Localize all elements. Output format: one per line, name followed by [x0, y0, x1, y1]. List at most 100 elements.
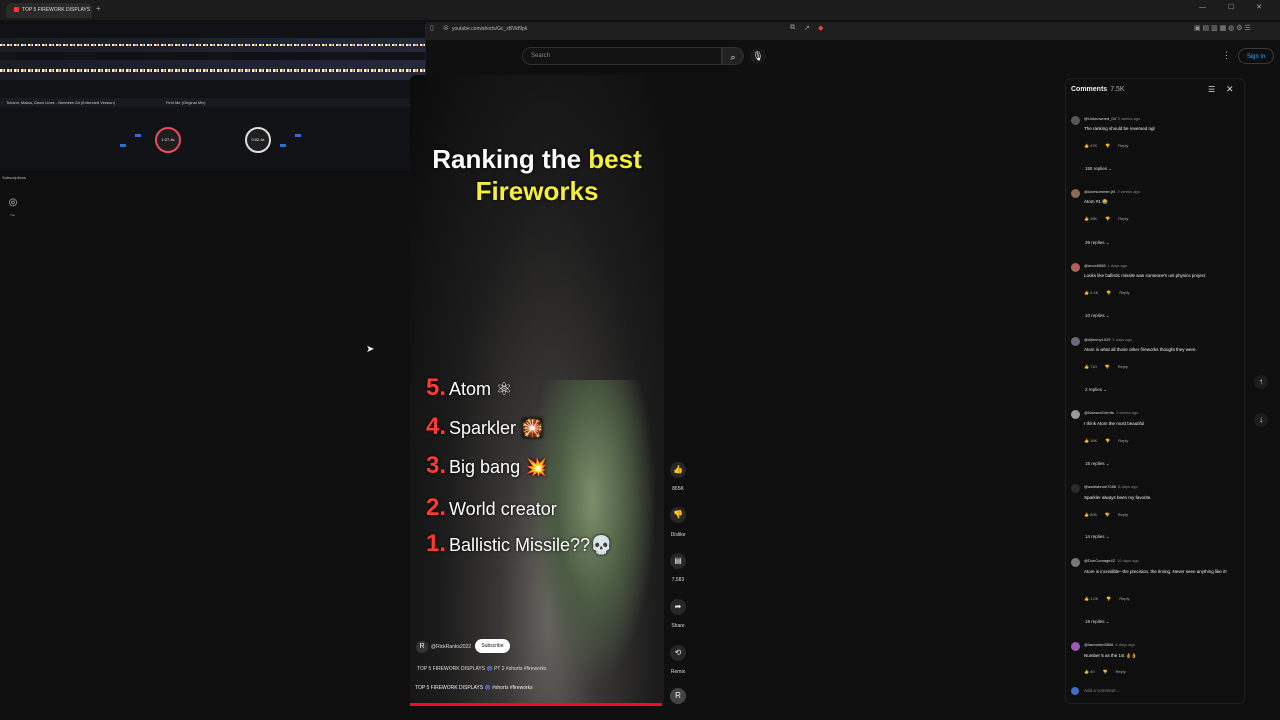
comment-author[interactable]: @NonsenGerrits 2 weeks ago [1084, 410, 1138, 415]
comment-actions[interactable]: 👍 40 👎 Reply [1084, 669, 1134, 674]
channel-name[interactable]: @RickRanks2022 [431, 644, 471, 650]
like-count: 865K [672, 486, 684, 492]
replies-toggle[interactable]: 19 replies ⌄ [1085, 619, 1110, 625]
address-bar[interactable] [426, 22, 1280, 40]
rank-item: 2. World creator [426, 494, 557, 521]
comment-text: Number 5 as the 1st 👌👌 [1084, 653, 1137, 658]
close-icon[interactable]: ✕ [1226, 84, 1234, 95]
comment-text: Atom is what all those other fireworks t… [1084, 347, 1197, 352]
waveform-top[interactable] [0, 38, 425, 52]
sound-avatar-icon[interactable]: R [670, 688, 686, 704]
remix-icon[interactable]: ⟲ [670, 645, 686, 661]
video-playlist-link[interactable]: TOP 5 FIREWORK DISPLAYS 🎆 PT 2 #shorts #… [417, 666, 547, 672]
rank-item: 1. Ballistic Missile??💀 [426, 530, 613, 557]
search-icon[interactable]: ⌕ [722, 47, 744, 65]
subscriptions-label[interactable]: Subscriptions [2, 175, 26, 180]
comment-author[interactable]: @dljimmy1029 5 days ago [1084, 337, 1132, 342]
comment-actions[interactable]: 👍 1.2K 👎 Reply [1084, 596, 1138, 601]
next-short-icon[interactable]: ↓ [1254, 413, 1268, 427]
comment-actions[interactable]: 👍 47K 👎 Reply [1084, 143, 1136, 148]
more-options-icon[interactable]: ⋮ [1222, 50, 1231, 61]
comment-avatar[interactable] [1071, 337, 1080, 346]
comment-author[interactable]: @lammmm5806 6 days ago [1084, 642, 1135, 647]
jog-wheel-right[interactable]: 0:02.4s [245, 127, 271, 153]
comment-author[interactable]: @DonComage42 10 days ago [1084, 558, 1139, 563]
subscribe-button[interactable]: Subscribe [475, 639, 510, 653]
dislike-label: Dislike [670, 532, 686, 538]
search-input[interactable]: Search [522, 47, 722, 65]
channel-avatar[interactable]: R [416, 641, 428, 653]
tab-title: TOP 5 FIREWORK DISPLAYS [22, 7, 91, 13]
rank-item: 3. Big bang 💥 [426, 452, 548, 479]
jog-wheel-left[interactable]: 1:27.4s [155, 127, 181, 153]
user-avatar [1071, 687, 1079, 695]
comment-text: Atom is incredible--the precision, the t… [1084, 569, 1227, 574]
comments-count: 7,583 [671, 577, 685, 583]
comment-avatar[interactable] [1071, 642, 1080, 651]
dj-app-window: Tchami, Malaa, Disco Lines - Nineteen 84… [0, 24, 426, 171]
install-icon[interactable]: ⧉ [790, 24, 795, 32]
comment-author[interactable]: @Unknowned_04 2 weeks ago [1084, 116, 1140, 121]
comment-avatar[interactable] [1071, 410, 1080, 419]
video-title[interactable]: TOP 5 FIREWORK DISPLAYS 🎆 #shorts #firew… [415, 685, 533, 691]
deck-left-track: Tchami, Malaa, Disco Lines - Nineteen 84… [6, 100, 115, 105]
window-controls[interactable]: — ☐ ✕ [1199, 3, 1272, 11]
dislike-icon[interactable]: 👎 [670, 507, 686, 523]
toolbar-icons[interactable]: ▣ ▤ ▥ ▦ ◍ ⚙ ☰ [1194, 24, 1251, 32]
comment-avatar[interactable] [1071, 116, 1080, 125]
url-text[interactable]: youtube.com/shorts/Gc_xBVkf9pk [452, 26, 527, 32]
comment-text: Atom #1 😂 [1084, 199, 1108, 204]
you-icon[interactable]: ◎ [7, 197, 19, 209]
rank-item: 5. Atom ⚛ [426, 374, 513, 401]
replies-toggle[interactable]: 39 replies ⌄ [1085, 240, 1110, 246]
share-icon[interactable]: ↗ [804, 24, 810, 32]
remix-label: Remix [670, 669, 686, 675]
add-comment-input[interactable]: Add a comment... [1084, 688, 1119, 693]
comment-author[interactable]: @anox6558 1 days ago [1084, 263, 1127, 268]
share-icon[interactable]: ➦ [670, 599, 686, 615]
explosion-icon: 💥 [525, 457, 548, 477]
title-yellow-text: best [588, 144, 642, 174]
deck-button[interactable] [280, 144, 286, 147]
you-label[interactable]: You [10, 213, 15, 217]
site-info-icon[interactable]: ⊜ [443, 24, 449, 32]
replies-toggle[interactable]: 10 replies ⌄ [1085, 313, 1110, 319]
comment-actions[interactable]: 👍 4.1K 👎 Reply [1084, 290, 1138, 295]
deck-button[interactable] [120, 144, 126, 147]
deck-button[interactable] [135, 134, 141, 137]
microphone-icon[interactable]: 🎙 [750, 48, 766, 64]
comments-icon[interactable]: ▤ [670, 553, 686, 569]
comment-author[interactable]: @asdiwbnoe7286 6 days ago [1084, 484, 1138, 489]
replies-toggle[interactable]: 155 replies ⌄ [1085, 166, 1112, 172]
replies-toggle[interactable]: 15 replies ⌄ [1085, 461, 1110, 467]
comment-author[interactable]: @lovesummer-jf4 2 weeks ago [1084, 189, 1140, 194]
extension-icon[interactable]: ◆ [818, 24, 823, 32]
like-icon[interactable]: 👍 [670, 462, 686, 478]
title-line2: Fireworks [475, 176, 599, 206]
atom-icon: ⚛ [496, 379, 513, 399]
browser-tab[interactable]: TOP 5 FIREWORK DISPLAYS ✕ [6, 3, 92, 18]
comments-count-label: 7.5K [1110, 86, 1125, 93]
replies-toggle[interactable]: 14 replies ⌄ [1085, 534, 1110, 540]
new-tab-button[interactable]: + [96, 4, 101, 13]
comment-avatar[interactable] [1071, 263, 1080, 272]
comment-avatar[interactable] [1071, 189, 1080, 198]
sort-icon[interactable]: ☰ [1208, 85, 1215, 94]
comment-actions[interactable]: 👍 805 👎 Reply [1084, 512, 1136, 517]
comment-text: I think Atom the most beautiful [1084, 421, 1145, 426]
comment-avatar[interactable] [1071, 558, 1080, 567]
previous-short-icon[interactable]: ↑ [1254, 375, 1268, 389]
comments-heading: Comments 7.5K [1071, 86, 1125, 93]
skull-icon: 💀 [590, 535, 613, 555]
replies-toggle[interactable]: 2 replies ⌄ [1085, 387, 1107, 393]
sparkler-icon: 🎇 [521, 418, 544, 438]
comment-actions[interactable]: 👍 710 👎 Reply [1084, 364, 1136, 369]
sign-in-button[interactable]: Sign in [1238, 48, 1274, 64]
comment-actions[interactable]: 👍 26K 👎 Reply [1084, 216, 1136, 221]
bookmark-icon[interactable]: ▯ [430, 24, 434, 32]
comment-avatar[interactable] [1071, 484, 1080, 493]
comment-actions[interactable]: 👍 16K 👎 Reply [1084, 438, 1136, 443]
deck-right-track: Find Me (Original Mix) [166, 100, 206, 105]
waveform-main[interactable] [0, 60, 425, 80]
deck-button[interactable] [295, 134, 301, 137]
